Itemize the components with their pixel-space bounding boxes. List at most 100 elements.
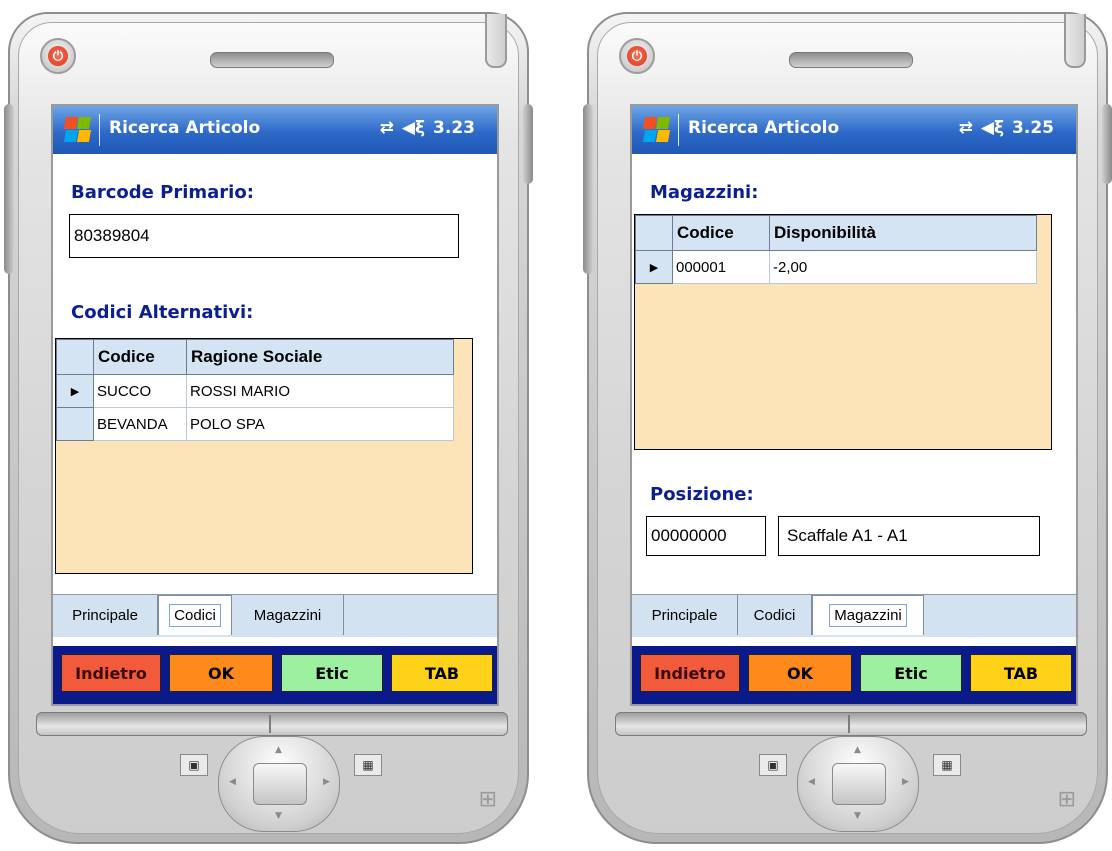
device-right: ⏻ Ricerca Articolo ⇄ ◀ξ 3.25 Magazzini: [583, 0, 1112, 851]
table-row[interactable]: ▶ SUCCO ROSSI MARIO [56, 374, 454, 408]
magazzini-grid[interactable]: Codice Disponibilità ▶ 000001 -2,00 [634, 214, 1052, 450]
cell-disponibilita[interactable]: -2,00 [769, 250, 1037, 284]
tab-label: Magazzini [829, 604, 907, 627]
connectivity-icon[interactable]: ⇄ [959, 118, 973, 138]
power-icon: ⏻ [627, 46, 647, 66]
screen: Ricerca Articolo ⇄ ◀ξ 3.25 Magazzini: Co… [630, 104, 1078, 706]
tab-button[interactable]: TAB [970, 654, 1072, 692]
stylus-slot [1064, 14, 1086, 68]
title-bar: Ricerca Articolo ⇄ ◀ξ 3.25 [632, 106, 1076, 154]
app-title: Ricerca Articolo [688, 118, 840, 138]
posizione-desc-field[interactable]: Scaffale A1 - A1 [778, 516, 1040, 556]
hardware-controls: ▣ ▲ ▼ ◀ ▶ ▦ [158, 736, 398, 846]
screen: Ricerca Articolo ⇄ ◀ξ 3.23 Barcode Prima… [51, 104, 499, 706]
clock[interactable]: 3.25 [1012, 118, 1054, 138]
barcode-input[interactable]: 80389804 [69, 214, 459, 258]
col-header-codice[interactable]: Codice [93, 339, 187, 375]
side-button-right[interactable] [523, 104, 533, 184]
col-header-ragione[interactable]: Ragione Sociale [186, 339, 454, 375]
windows-logo-icon[interactable] [63, 115, 92, 143]
connectivity-icon[interactable]: ⇄ [380, 118, 394, 138]
cell-codice[interactable]: BEVANDA [93, 407, 187, 441]
table-row[interactable]: ▶ 000001 -2,00 [635, 250, 1037, 284]
bottom-strip [36, 712, 508, 736]
clock[interactable]: 3.23 [433, 118, 475, 138]
tab-principale[interactable]: Principale [53, 595, 158, 635]
title-separator [99, 114, 100, 146]
ok-button[interactable]: OK [748, 654, 852, 692]
windows-mark-icon: ⊞ [1057, 787, 1076, 812]
softkey-right-icon[interactable]: ▦ [933, 754, 961, 776]
softkey-right-icon[interactable]: ▦ [354, 754, 382, 776]
power-icon: ⏻ [48, 46, 68, 66]
grid-corner [635, 215, 673, 251]
dpad-icon[interactable]: ▲ ▼ ◀ ▶ [797, 736, 919, 832]
tab-magazzini[interactable]: Magazzini [812, 595, 924, 635]
back-button[interactable]: Indietro [61, 654, 161, 692]
volume-icon[interactable]: ◀ξ [402, 118, 425, 138]
etic-button[interactable]: Etic [281, 654, 383, 692]
tab-label: Principale [651, 606, 718, 624]
alt-codes-grid[interactable]: Codice Ragione Sociale ▶ SUCCO ROSSI MAR… [55, 338, 473, 574]
tab-principale[interactable]: Principale [632, 595, 738, 635]
posizione-code-field[interactable]: 00000000 [646, 516, 766, 556]
side-button-right[interactable] [1102, 104, 1112, 184]
dpad-icon[interactable]: ▲ ▼ ◀ ▶ [218, 736, 340, 832]
row-selector[interactable] [56, 407, 94, 441]
cell-codice[interactable]: SUCCO [93, 374, 187, 408]
magazzini-label: Magazzini: [650, 182, 759, 203]
status-area: ⇄ ◀ξ 3.25 [959, 118, 1054, 138]
volume-icon[interactable]: ◀ξ [981, 118, 1004, 138]
cell-ragione[interactable]: ROSSI MARIO [186, 374, 454, 408]
tab-bar: Principale Codici Magazzini [632, 594, 1076, 637]
title-separator [678, 114, 679, 146]
tab-label: Principale [72, 606, 138, 624]
tab-label: Codici [753, 606, 796, 624]
grid-corner [56, 339, 94, 375]
tab-codici[interactable]: Codici [738, 595, 812, 635]
device-left: ⏻ Ricerca Articolo ⇄ ◀ξ 3.23 Barcode Pri… [4, 0, 533, 851]
row-selector-icon[interactable]: ▶ [635, 250, 673, 284]
status-area: ⇄ ◀ξ 3.23 [380, 118, 475, 138]
posizione-label: Posizione: [650, 484, 754, 505]
table-row[interactable]: BEVANDA POLO SPA [56, 407, 454, 441]
app-title: Ricerca Articolo [109, 118, 261, 138]
back-button[interactable]: Indietro [640, 654, 740, 692]
col-header-codice[interactable]: Codice [672, 215, 770, 251]
grid-header-row: Codice Ragione Sociale [56, 339, 454, 375]
col-header-disponibilita[interactable]: Disponibilità [769, 215, 1037, 251]
device-body: ⏻ Ricerca Articolo ⇄ ◀ξ 3.23 Barcode Pri… [4, 12, 533, 846]
tab-label: Codici [169, 604, 221, 627]
power-button[interactable]: ⏻ [40, 38, 76, 74]
cell-ragione[interactable]: POLO SPA [186, 407, 454, 441]
windows-logo-icon[interactable] [642, 115, 671, 143]
cell-codice[interactable]: 000001 [672, 250, 770, 284]
softkey-left-icon[interactable]: ▣ [180, 754, 208, 776]
tab-button[interactable]: TAB [391, 654, 493, 692]
grid-header-row: Codice Disponibilità [635, 215, 1037, 251]
dpad-center-button[interactable] [832, 763, 886, 805]
side-button-left[interactable] [4, 104, 14, 274]
speaker-grille [210, 52, 334, 68]
title-bar: Ricerca Articolo ⇄ ◀ξ 3.23 [53, 106, 497, 154]
tab-bar: Principale Codici Magazzini [53, 594, 497, 637]
ok-button[interactable]: OK [169, 654, 273, 692]
stylus-slot [485, 14, 507, 68]
etic-button[interactable]: Etic [860, 654, 962, 692]
tab-label: Magazzini [253, 606, 322, 624]
row-selector-icon[interactable]: ▶ [56, 374, 94, 408]
power-button[interactable]: ⏻ [619, 38, 655, 74]
softkey-bar: Indietro OK Etic TAB [53, 646, 497, 704]
barcode-label: Barcode Primario: [71, 182, 254, 203]
side-button-left[interactable] [583, 104, 593, 274]
hardware-controls: ▣ ▲ ▼ ◀ ▶ ▦ [737, 736, 977, 846]
bottom-strip [615, 712, 1087, 736]
tab-codici[interactable]: Codici [158, 595, 232, 635]
device-body: ⏻ Ricerca Articolo ⇄ ◀ξ 3.25 Magazzini: [583, 12, 1112, 846]
softkey-left-icon[interactable]: ▣ [759, 754, 787, 776]
tab-magazzini[interactable]: Magazzini [232, 595, 344, 635]
speaker-grille [789, 52, 913, 68]
alt-codes-label: Codici Alternativi: [71, 302, 254, 323]
dpad-center-button[interactable] [253, 763, 307, 805]
windows-mark-icon: ⊞ [478, 787, 497, 812]
